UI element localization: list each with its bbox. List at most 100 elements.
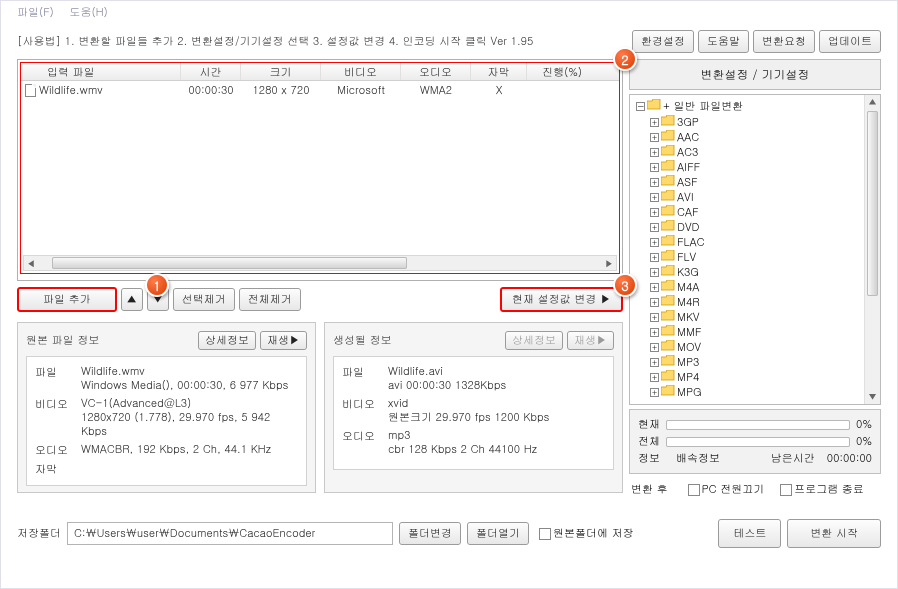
out-video-label: 비디오	[342, 397, 388, 425]
tree-item-mp4[interactable]: +MP4	[650, 370, 874, 385]
tree-item-mpg[interactable]: +MPG	[650, 385, 874, 400]
tree-item-k3g[interactable]: + K3G	[650, 265, 874, 280]
src-audio-value: WMACBR, 192 Kbps, 2 Ch, 44.1 KHz	[81, 443, 298, 458]
col-audio[interactable]: 오디오	[401, 63, 471, 80]
col-video[interactable]: 비디오	[321, 63, 401, 80]
src-sub-label: 자막	[35, 462, 81, 477]
open-folder-button[interactable]: 폴더열기	[467, 522, 529, 545]
collapse-icon[interactable]: −	[636, 102, 645, 111]
folder-icon	[661, 175, 675, 190]
tree-item-mkv[interactable]: +MKV	[650, 310, 874, 325]
col-progress[interactable]: 진행(%)	[527, 63, 597, 80]
tree-item-avi[interactable]: +AVI	[650, 190, 874, 205]
total-progress-bar	[666, 437, 850, 447]
file-row[interactable]: Wildlife.wmv 00:00:30 1280 x 720 Microso…	[21, 81, 619, 100]
change-current-settings-button[interactable]: 현재 설정값 변경 ▶	[500, 287, 623, 312]
tree-item-label: MMF	[677, 325, 701, 340]
scroll-down-icon[interactable]: ▼	[865, 390, 880, 404]
expand-icon[interactable]: +	[650, 208, 659, 217]
tree-item-mov[interactable]: +MOV	[650, 340, 874, 355]
change-folder-button[interactable]: 폴더변경	[399, 522, 461, 545]
request-button[interactable]: 변환요청	[753, 30, 815, 53]
tree-item-3gp[interactable]: +3GP	[650, 115, 874, 130]
tree-item-label: FLAC	[677, 235, 705, 250]
output-play-button: 재생▶	[567, 331, 614, 350]
tree-item-m4r[interactable]: + M4R	[650, 295, 874, 310]
out-file-label: 파일	[342, 365, 388, 393]
help-button[interactable]: 도움말	[698, 30, 749, 53]
expand-icon[interactable]: +	[650, 163, 659, 172]
test-button[interactable]: 테스트	[718, 519, 781, 548]
tree-item-flv[interactable]: +FLV	[650, 250, 874, 265]
update-button[interactable]: 업데이트	[819, 30, 881, 53]
badge-2: 2	[613, 47, 637, 71]
tree-root[interactable]: − + 일반 파일변환	[636, 99, 874, 114]
tree-item-aiff[interactable]: + AIFF	[650, 160, 874, 175]
output-info-pane: 생성될 정보 상세정보 재생▶ 파일 Wildlife.aviavi 00:00…	[324, 322, 623, 493]
tree-item-mp3[interactable]: +MP3	[650, 355, 874, 370]
tree-item-ac3[interactable]: + AC3	[650, 145, 874, 160]
tree-item-mmf[interactable]: + MMF	[650, 325, 874, 340]
after-label: 변환 후	[631, 482, 668, 497]
tree-item-asf[interactable]: +ASF	[650, 175, 874, 190]
col-subtitle[interactable]: 자막	[471, 63, 527, 80]
scroll-thumb[interactable]	[52, 257, 407, 269]
source-detail-button[interactable]: 상세정보	[198, 331, 256, 350]
move-up-button[interactable]: ▲	[121, 288, 143, 311]
tree-item-label: M4R	[677, 295, 700, 310]
expand-icon[interactable]: +	[650, 238, 659, 247]
file-table: 입력 파일 시간 크기 비디오 오디오 자막 진행(%) Wildlife.wm…	[17, 59, 623, 281]
save-in-source-checkbox[interactable]	[539, 528, 551, 540]
expand-icon[interactable]: +	[650, 298, 659, 307]
v-scrollbar[interactable]: ▲ ▼	[864, 95, 880, 404]
tree-item-label: K3G	[677, 265, 699, 280]
col-time[interactable]: 시간	[181, 63, 241, 80]
tree-item-m4a[interactable]: +M4A	[650, 280, 874, 295]
menu-file[interactable]: 파일(F)	[17, 5, 54, 20]
pc-off-checkbox[interactable]	[688, 484, 700, 496]
scroll-up-icon[interactable]: ▲	[865, 95, 880, 109]
expand-icon[interactable]: +	[650, 313, 659, 322]
expand-icon[interactable]: +	[650, 358, 659, 367]
tree-item-label: AC3	[677, 145, 698, 160]
tree-item-dvd[interactable]: + DVD	[650, 220, 874, 235]
h-scrollbar[interactable]: ◀ ▶	[23, 255, 617, 271]
start-button[interactable]: 변환 시작	[787, 519, 881, 548]
expand-icon[interactable]: +	[650, 223, 659, 232]
tree-item-label: AIFF	[677, 160, 700, 175]
env-settings-button[interactable]: 환경설정	[632, 30, 694, 53]
expand-icon[interactable]: +	[650, 328, 659, 337]
save-path-input[interactable]	[67, 522, 393, 545]
expand-icon[interactable]: +	[650, 178, 659, 187]
folder-icon	[661, 370, 675, 385]
format-tree[interactable]: − + 일반 파일변환 +3GP+AAC+AC3+AIFF+ASF+AVI+CA…	[629, 94, 881, 405]
expand-icon[interactable]: +	[650, 373, 659, 382]
source-play-button[interactable]: 재생▶	[260, 331, 307, 350]
scroll-left-icon[interactable]: ◀	[24, 257, 38, 270]
file-audio-cell: WMA2	[401, 82, 471, 99]
expand-icon[interactable]: +	[650, 118, 659, 127]
expand-icon[interactable]: +	[650, 268, 659, 277]
add-file-button[interactable]: 파일 추가	[17, 287, 117, 312]
scroll-right-icon[interactable]: ▶	[602, 257, 616, 270]
tree-item-label: DVD	[677, 220, 699, 235]
badge-3: 3	[613, 273, 637, 297]
tree-item-caf[interactable]: +CAF	[650, 205, 874, 220]
settings-header: 변환설정 / 기기설정	[629, 59, 881, 90]
menu-help[interactable]: 도움(H)	[69, 5, 107, 20]
remove-selected-button[interactable]: 선택제거	[173, 288, 235, 311]
expand-icon[interactable]: +	[650, 253, 659, 262]
expand-icon[interactable]: +	[650, 343, 659, 352]
expand-icon[interactable]: +	[650, 148, 659, 157]
expand-icon[interactable]: +	[650, 283, 659, 292]
exit-checkbox[interactable]	[780, 484, 792, 496]
col-input-file[interactable]: 입력 파일	[21, 63, 181, 80]
tree-item-flac[interactable]: + FLAC	[650, 235, 874, 250]
col-size[interactable]: 크기	[241, 63, 321, 80]
expand-icon[interactable]: +	[650, 193, 659, 202]
expand-icon[interactable]: +	[650, 133, 659, 142]
remove-all-button[interactable]: 전체제거	[239, 288, 301, 311]
tree-item-aac[interactable]: +AAC	[650, 130, 874, 145]
v-scroll-thumb[interactable]	[867, 111, 878, 296]
expand-icon[interactable]: +	[650, 388, 659, 397]
